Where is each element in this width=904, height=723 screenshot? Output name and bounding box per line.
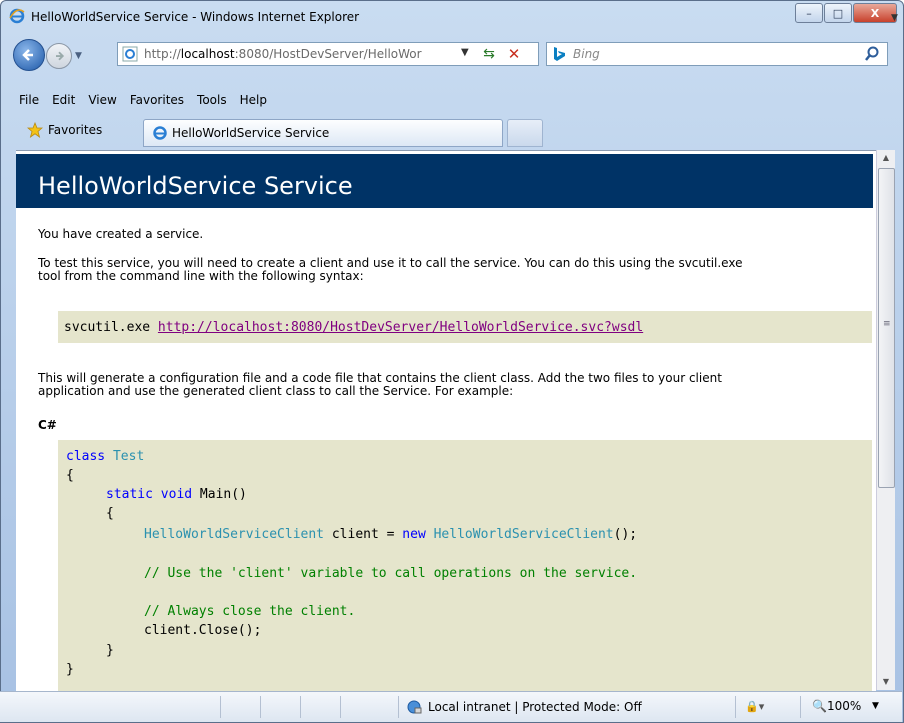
status-divider xyxy=(300,696,301,718)
scroll-up-icon[interactable]: ▲ xyxy=(877,150,895,166)
popup-settings-icon[interactable]: 🔒▾ xyxy=(745,700,764,713)
ie-logo-icon xyxy=(9,8,25,24)
refresh-icon[interactable]: ⇆ xyxy=(478,44,500,64)
command-line: svcutil.exe http://localhost:8080/HostDe… xyxy=(64,320,644,335)
menu-view[interactable]: View xyxy=(88,93,116,107)
intranet-icon xyxy=(407,700,422,714)
code-line-3: static void Main() xyxy=(106,487,247,502)
star-icon xyxy=(27,122,43,138)
generate-instructions-line-2: application and use the generated client… xyxy=(38,384,514,398)
bing-icon xyxy=(554,47,565,61)
status-divider xyxy=(260,696,261,718)
page-title: HelloWorldService Service xyxy=(38,172,353,200)
page-ie-icon xyxy=(122,46,138,62)
code-line-4: { xyxy=(106,506,114,521)
code-line-6: // Use the 'client' variable to call ope… xyxy=(144,566,638,581)
code-line-2: { xyxy=(66,468,74,483)
menu-help[interactable]: Help xyxy=(240,93,267,107)
new-tab-button[interactable] xyxy=(507,119,543,147)
maximize-icon: □ xyxy=(832,6,844,20)
zoom-dropdown-icon[interactable]: ▼ xyxy=(872,701,879,711)
favorites-bar: Favorites HelloWorldService Service xyxy=(17,117,897,149)
status-divider xyxy=(340,696,341,718)
vertical-scrollbar[interactable]: ▲ ≡ ▼ xyxy=(876,150,895,690)
window-controls: – □ X xyxy=(794,3,897,23)
menu-edit[interactable]: Edit xyxy=(52,93,75,107)
status-divider xyxy=(800,696,801,718)
maximize-button[interactable]: □ xyxy=(824,3,852,23)
code-line-1: class Test xyxy=(66,449,145,464)
grip-icon: ≡ xyxy=(883,319,891,329)
favorites-label: Favorites xyxy=(48,123,103,137)
status-divider xyxy=(735,696,736,718)
recent-pages-dropdown[interactable]: ▼ xyxy=(75,51,82,61)
command-box: svcutil.exe http://localhost:8080/HostDe… xyxy=(58,311,872,343)
forward-arrow-icon xyxy=(56,51,65,61)
code-line-5: HelloWorldServiceClient client = new Hel… xyxy=(144,527,638,542)
navigation-bar: ▼ http://localhost:8080/HostDevServer/He… xyxy=(1,37,903,71)
back-arrow-icon xyxy=(22,49,33,61)
close-icon: X xyxy=(870,6,880,20)
tab-label: HelloWorldService Service xyxy=(172,126,330,140)
tab-helloworld-service[interactable]: HelloWorldService Service xyxy=(143,119,503,147)
status-divider xyxy=(398,696,399,718)
code-sample: class Test { static void Main() { HelloW… xyxy=(58,440,872,691)
address-bar[interactable]: http://localhost:8080/HostDevServer/Hell… xyxy=(117,42,539,66)
test-instructions-line-2: tool from the command line with the foll… xyxy=(38,269,364,283)
code-line-10: } xyxy=(66,662,74,677)
search-placeholder: Bing xyxy=(573,47,600,61)
favorites-button[interactable]: Favorites xyxy=(27,122,102,138)
page-header: HelloWorldService Service xyxy=(16,154,873,208)
back-button[interactable] xyxy=(13,39,45,71)
security-zone[interactable]: Local intranet | Protected Mode: Off xyxy=(428,700,642,714)
status-bar: Local intranet | Protected Mode: Off 🔒▾ … xyxy=(0,691,902,722)
address-url: http://localhost:8080/HostDevServer/Hell… xyxy=(144,47,422,61)
menu-bar: File Edit View Favorites Tools Help xyxy=(19,93,280,107)
ie-tab-icon xyxy=(153,126,167,140)
zoom-level[interactable]: 🔍100% xyxy=(812,699,861,713)
search-icon[interactable] xyxy=(865,45,883,63)
search-options-dropdown[interactable]: ▼ xyxy=(891,13,898,23)
title-bar: HelloWorldService Service - Windows Inte… xyxy=(1,1,903,31)
stop-icon[interactable]: ✕ xyxy=(503,44,525,64)
wsdl-link[interactable]: http://localhost:8080/HostDevServer/Hell… xyxy=(158,320,643,335)
language-label: C# xyxy=(38,418,57,432)
minimize-icon: – xyxy=(806,6,812,20)
menu-tools[interactable]: Tools xyxy=(197,93,227,107)
code-line-8: client.Close(); xyxy=(144,623,262,638)
address-dropdown-icon[interactable]: ▼ xyxy=(461,47,469,58)
scroll-down-icon[interactable]: ▼ xyxy=(877,674,895,690)
intro-text: You have created a service. xyxy=(38,227,204,241)
menu-favorites[interactable]: Favorites xyxy=(130,93,184,107)
search-box[interactable]: Bing xyxy=(546,42,888,66)
status-divider xyxy=(220,696,221,718)
scroll-thumb[interactable]: ≡ xyxy=(878,168,895,488)
minimize-button[interactable]: – xyxy=(795,3,823,23)
menu-file[interactable]: File xyxy=(19,93,39,107)
window-title: HelloWorldService Service - Windows Inte… xyxy=(31,10,360,24)
code-line-9: } xyxy=(106,643,114,658)
code-line-7: // Always close the client. xyxy=(144,604,356,619)
page-content: HelloWorldService Service You have creat… xyxy=(16,150,876,691)
forward-button[interactable] xyxy=(46,43,72,69)
